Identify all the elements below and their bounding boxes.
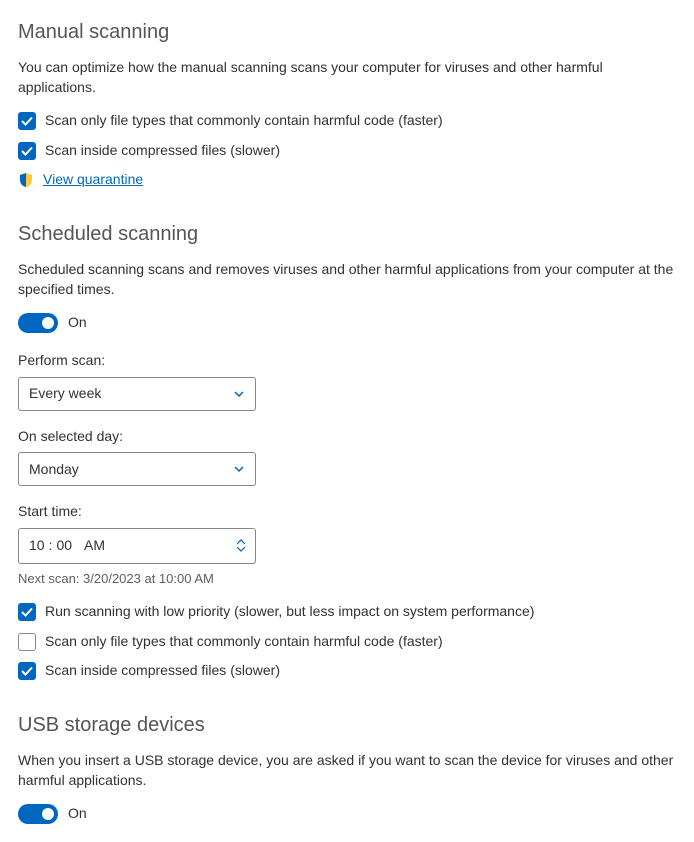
- scheduled-toggle-row: On: [18, 313, 676, 333]
- manual-scanning-title: Manual scanning: [18, 18, 676, 46]
- manual-filetypes-checkbox[interactable]: [18, 112, 36, 130]
- start-min: 00: [56, 536, 72, 556]
- chevron-down-icon: [233, 388, 245, 400]
- quarantine-row: View quarantine: [18, 170, 676, 190]
- toggle-knob: [42, 317, 54, 329]
- view-quarantine-link[interactable]: View quarantine: [43, 170, 143, 190]
- start-hour: 10: [29, 536, 45, 556]
- scheduled-lowpriority-row: Run scanning with low priority (slower, …: [18, 602, 676, 622]
- manual-compressed-label: Scan inside compressed files (slower): [45, 141, 280, 161]
- selected-day-group: On selected day: Monday: [18, 427, 676, 487]
- scheduled-scanning-title: Scheduled scanning: [18, 220, 676, 248]
- scheduled-compressed-label: Scan inside compressed files (slower): [45, 661, 280, 681]
- scheduled-toggle-label: On: [68, 313, 87, 333]
- perform-scan-value: Every week: [29, 384, 101, 404]
- start-time-value: 10 : 00 AM: [29, 536, 105, 556]
- scheduled-filetypes-label: Scan only file types that commonly conta…: [45, 632, 443, 652]
- selected-day-label: On selected day:: [18, 427, 676, 447]
- usb-toggle-label: On: [68, 804, 87, 824]
- chevron-down-icon: [237, 546, 245, 552]
- manual-compressed-row: Scan inside compressed files (slower): [18, 141, 676, 161]
- scheduled-scanning-desc: Scheduled scanning scans and removes vir…: [18, 260, 676, 299]
- scheduled-filetypes-row: Scan only file types that commonly conta…: [18, 632, 676, 652]
- perform-scan-label: Perform scan:: [18, 351, 676, 371]
- usb-title: USB storage devices: [18, 711, 676, 739]
- time-spinner[interactable]: [237, 539, 245, 552]
- scheduled-scanning-section: Scheduled scanning Scheduled scanning sc…: [18, 220, 676, 681]
- usb-desc: When you insert a USB storage device, yo…: [18, 751, 676, 790]
- start-time-input[interactable]: 10 : 00 AM: [18, 528, 256, 564]
- toggle-knob: [42, 808, 54, 820]
- chevron-up-icon: [237, 539, 245, 545]
- scheduled-lowpriority-checkbox[interactable]: [18, 603, 36, 621]
- perform-scan-select[interactable]: Every week: [18, 377, 256, 411]
- selected-day-value: Monday: [29, 460, 79, 480]
- scheduled-compressed-checkbox[interactable]: [18, 662, 36, 680]
- chevron-down-icon: [233, 463, 245, 475]
- manual-filetypes-label: Scan only file types that commonly conta…: [45, 111, 443, 131]
- check-icon: [21, 606, 33, 618]
- perform-scan-group: Perform scan: Every week: [18, 351, 676, 411]
- manual-compressed-checkbox[interactable]: [18, 142, 36, 160]
- usb-section: USB storage devices When you insert a US…: [18, 711, 676, 824]
- scheduled-compressed-row: Scan inside compressed files (slower): [18, 661, 676, 681]
- start-time-group: Start time: 10 : 00 AM: [18, 502, 676, 564]
- scheduled-filetypes-checkbox[interactable]: [18, 633, 36, 651]
- shield-icon: [18, 172, 34, 188]
- manual-scanning-section: Manual scanning You can optimize how the…: [18, 18, 676, 190]
- check-icon: [21, 115, 33, 127]
- usb-toggle-row: On: [18, 804, 676, 824]
- usb-toggle[interactable]: [18, 804, 58, 824]
- check-icon: [21, 145, 33, 157]
- scheduled-lowpriority-label: Run scanning with low priority (slower, …: [45, 602, 534, 622]
- next-scan-note: Next scan: 3/20/2023 at 10:00 AM: [18, 570, 676, 588]
- start-ampm: AM: [84, 536, 105, 556]
- manual-scanning-desc: You can optimize how the manual scanning…: [18, 58, 676, 97]
- selected-day-select[interactable]: Monday: [18, 452, 256, 486]
- scheduled-toggle[interactable]: [18, 313, 58, 333]
- check-icon: [21, 665, 33, 677]
- start-time-label: Start time:: [18, 502, 676, 522]
- manual-filetypes-row: Scan only file types that commonly conta…: [18, 111, 676, 131]
